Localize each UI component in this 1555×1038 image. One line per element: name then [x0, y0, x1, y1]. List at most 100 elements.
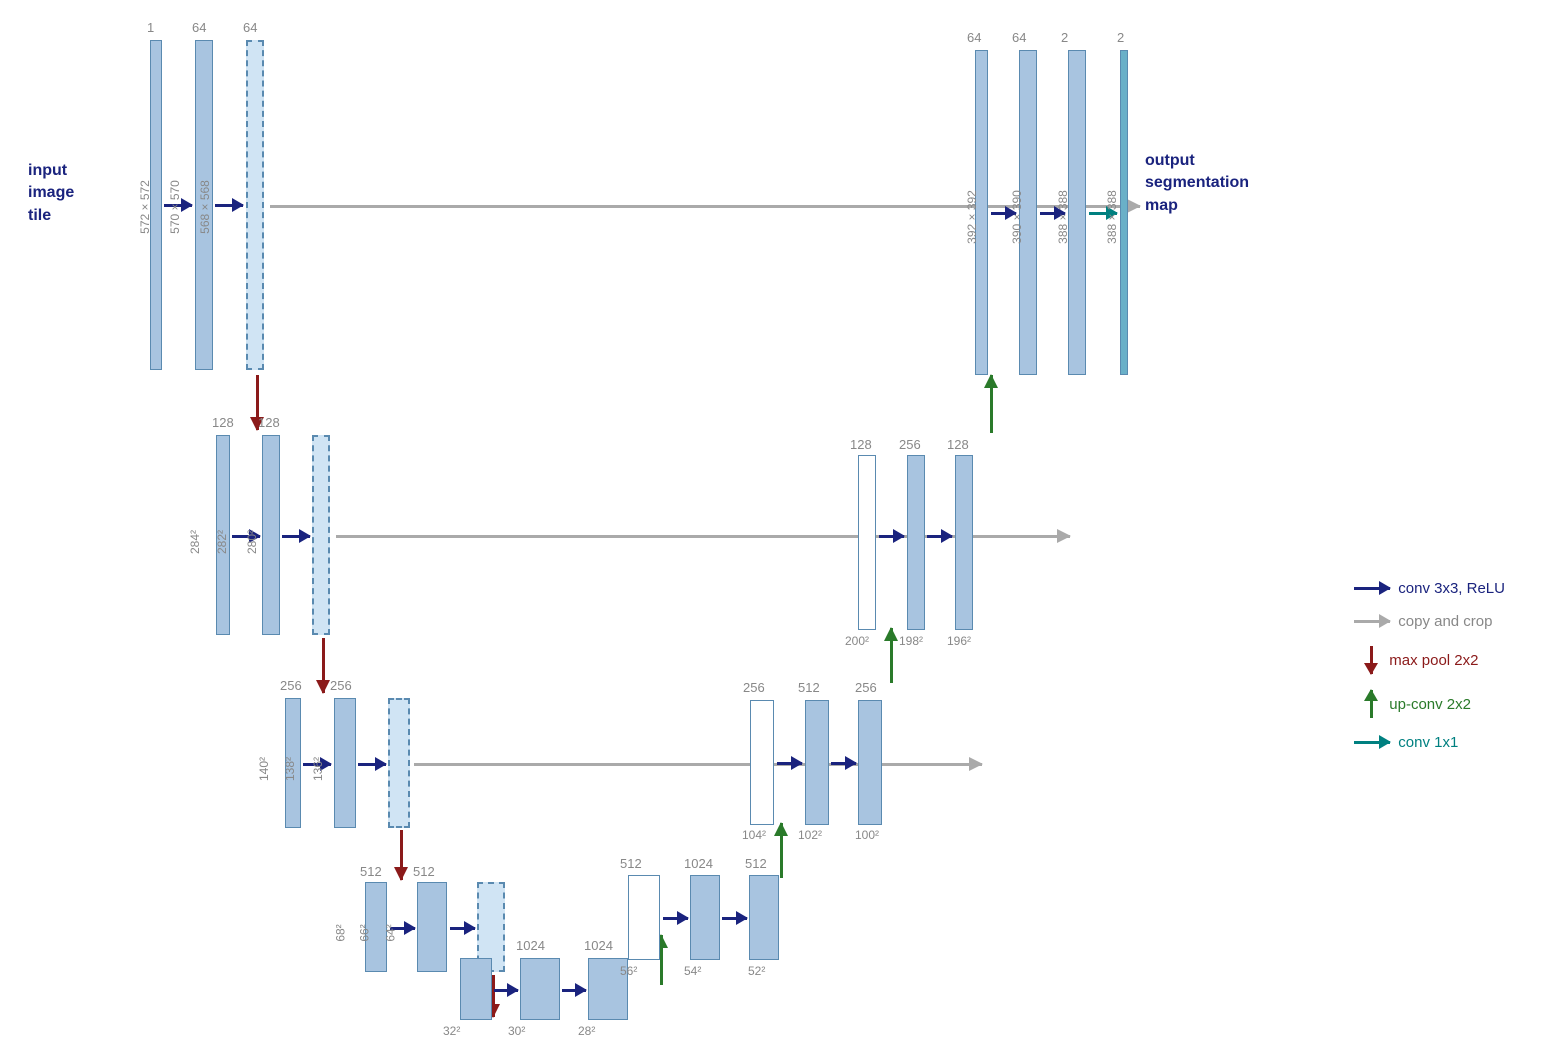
dec4-ch1-label: 512 — [620, 856, 642, 871]
legend-maxpool: max pool 2x2 — [1354, 646, 1505, 674]
enc2-size3: 280² — [245, 530, 259, 554]
dec4-conv2-arrow — [722, 917, 747, 920]
dec1-size1: 392 × 392 — [965, 190, 979, 244]
dec2-ch1-label: 128 — [850, 437, 872, 452]
enc4-ch2-label: 512 — [413, 864, 435, 879]
maxpool3-arrow — [400, 830, 403, 880]
dec2-size3: 196² — [947, 634, 971, 648]
dec2-ch2-label: 256 — [899, 437, 921, 452]
enc4-size3: 64² — [384, 924, 398, 941]
dec4-ch2-label: 1024 — [684, 856, 713, 871]
dec4-fm3 — [749, 875, 779, 960]
input-label: inputimagetile — [28, 160, 74, 227]
legend-upconv: up-conv 2x2 — [1354, 690, 1505, 718]
dec2-fm2 — [907, 455, 925, 630]
dec4-size2: 54² — [684, 964, 701, 978]
upconv2-arrow — [890, 628, 893, 683]
dec1-fm3 — [1068, 50, 1086, 375]
enc4-size1: 68² — [334, 924, 348, 941]
dec3-fm1 — [750, 700, 774, 825]
maxpool-arrow-icon — [1370, 646, 1373, 674]
bn-conv2-arrow — [562, 989, 586, 992]
dec2-conv1-arrow — [879, 535, 904, 538]
dec1-size3: 388 × 388 — [1056, 190, 1070, 244]
enc1-size1: 572 × 572 — [138, 180, 152, 234]
dec4-fm2 — [690, 875, 720, 960]
dec3-size2: 102² — [798, 828, 822, 842]
enc3-fm2 — [334, 698, 356, 828]
dec2-size1: 200² — [845, 634, 869, 648]
dec3-fm3 — [858, 700, 882, 825]
enc3-size3: 136² — [311, 757, 325, 781]
enc3-ch2-label: 256 — [330, 678, 352, 693]
enc1-size3: 568 × 568 — [198, 180, 212, 234]
enc1-ch2-label: 64 — [192, 20, 206, 35]
maxpool4-arrow — [492, 975, 495, 1017]
upconv-label: up-conv 2x2 — [1389, 696, 1471, 713]
maxpool2-arrow — [322, 638, 325, 693]
enc1-ch1-label: 1 — [147, 20, 154, 35]
maxpool-label: max pool 2x2 — [1389, 652, 1478, 669]
upconv1-arrow — [990, 375, 993, 433]
enc4-size2: 66² — [358, 924, 372, 941]
dec2-conv2-arrow — [927, 535, 952, 538]
enc3-fm3 — [388, 698, 410, 828]
dec1-size2: 390 × 390 — [1010, 190, 1024, 244]
enc4-fm2 — [417, 882, 447, 972]
upconv3-arrow — [780, 823, 783, 878]
dec1-ch3-label: 2 — [1061, 30, 1068, 45]
bn-ch2-label: 1024 — [584, 938, 613, 953]
conv1x1-arrow-icon — [1354, 741, 1390, 744]
enc3-conv2-arrow — [358, 763, 386, 766]
enc2-fm2 — [262, 435, 280, 635]
upconv4-arrow — [660, 935, 663, 985]
output-label: outputsegmentationmap — [1145, 150, 1249, 217]
dec4-ch3-label: 512 — [745, 856, 767, 871]
enc4-conv2-arrow — [450, 927, 475, 930]
dec1-size4: 388 × 388 — [1105, 190, 1119, 244]
dec2-size2: 198² — [899, 634, 923, 648]
dec3-fm2 — [805, 700, 829, 825]
legend-copy: copy and crop — [1354, 613, 1505, 630]
enc2-size1: 284² — [188, 530, 202, 554]
enc2-conv2-arrow — [282, 535, 310, 538]
enc1-fm3 — [246, 40, 264, 370]
dec3-size3: 100² — [855, 828, 879, 842]
legend-conv: conv 3x3, ReLU — [1354, 580, 1505, 597]
dec3-ch1-label: 256 — [743, 680, 765, 695]
copy-arrow-icon — [1354, 620, 1390, 623]
enc4-ch1-label: 512 — [360, 864, 382, 879]
dec3-ch3-label: 256 — [855, 680, 877, 695]
enc2-ch2-label: 128 — [258, 415, 280, 430]
enc1-size2: 570 × 570 — [168, 180, 182, 234]
enc1-conv2-arrow — [215, 204, 243, 207]
dec1-fm4 — [1120, 50, 1128, 375]
enc1-ch3-label: 64 — [243, 20, 257, 35]
dec3-ch2-label: 512 — [798, 680, 820, 695]
dec1-ch4-label: 2 — [1117, 30, 1124, 45]
enc2-ch1-label: 128 — [212, 415, 234, 430]
enc3-ch1-label: 256 — [280, 678, 302, 693]
dec2-fm1 — [858, 455, 876, 630]
copy-label: copy and crop — [1398, 613, 1492, 630]
dec4-size3: 52² — [748, 964, 765, 978]
dec3-conv2-arrow — [831, 762, 856, 765]
conv-arrow-icon — [1354, 587, 1390, 590]
bn-fm1 — [460, 958, 492, 1020]
enc2-size2: 282² — [215, 530, 229, 554]
conv1x1-label: conv 1x1 — [1398, 734, 1458, 751]
enc2-fm3 — [312, 435, 330, 635]
legend: conv 3x3, ReLU copy and crop max pool 2x… — [1354, 580, 1505, 767]
copy-arrow-l3 — [414, 763, 982, 766]
dec1-ch2-label: 64 — [1012, 30, 1026, 45]
dec4-fm1 — [628, 875, 660, 960]
dec4-conv1-arrow — [663, 917, 688, 920]
dec3-conv1-arrow — [777, 762, 802, 765]
bn-conv1-arrow — [494, 989, 518, 992]
dec1-ch1-label: 64 — [967, 30, 981, 45]
bn-ch1-label: 1024 — [516, 938, 545, 953]
legend-conv1x1: conv 1x1 — [1354, 734, 1505, 751]
dec3-size1: 104² — [742, 828, 766, 842]
dec4-size1: 56² — [620, 964, 637, 978]
upconv-arrow-icon — [1370, 690, 1373, 718]
